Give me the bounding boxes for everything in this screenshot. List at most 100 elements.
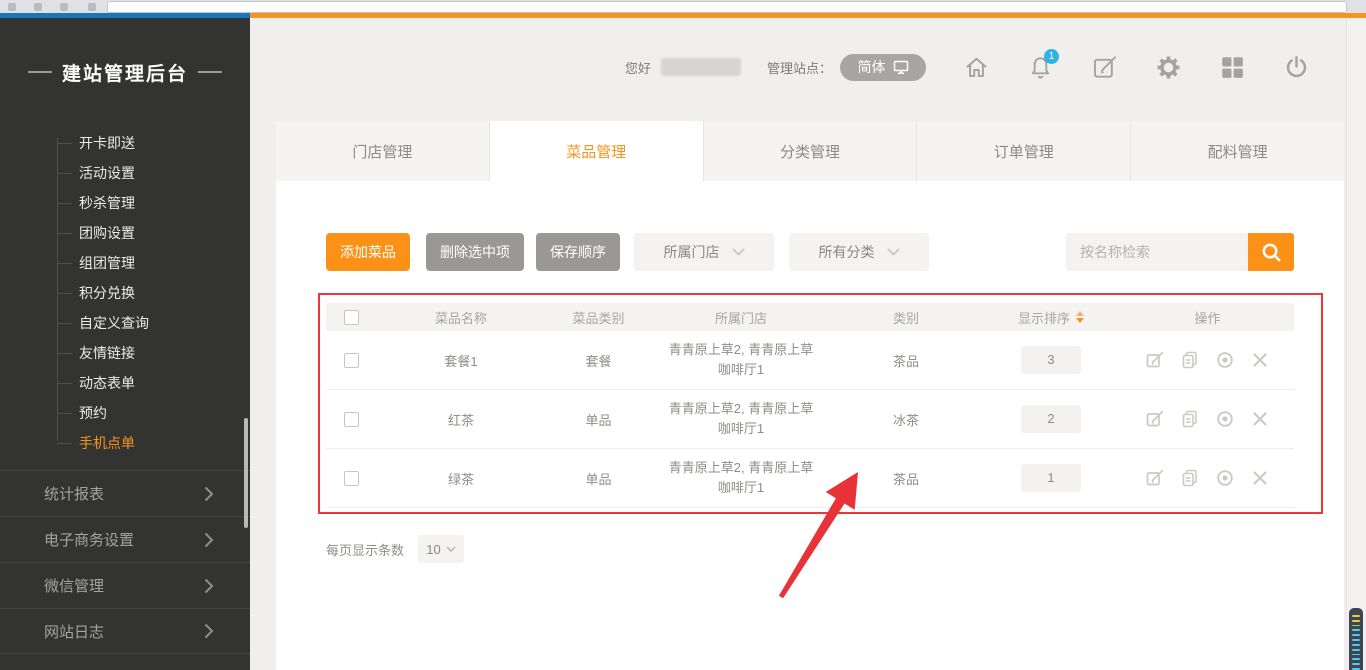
- header-store: 所属门店: [651, 308, 831, 327]
- sidebar-item-zutuanguanli[interactable]: 组团管理: [0, 248, 250, 278]
- tab-dish-management[interactable]: 菜品管理: [489, 121, 703, 181]
- url-input[interactable]: [107, 1, 1347, 13]
- add-dish-button[interactable]: 添加菜品: [326, 233, 410, 271]
- row-checkbox[interactable]: [344, 471, 359, 486]
- delete-x-icon[interactable]: [1250, 409, 1270, 429]
- pagination: 每页显示条数 10: [326, 535, 464, 563]
- sort-order-input[interactable]: 3: [1021, 346, 1081, 374]
- sort-order-input[interactable]: 1: [1021, 464, 1081, 492]
- table-row: 套餐1 套餐 青青原上草2, 青青原上草咖啡厅1 茶品 3: [326, 331, 1294, 390]
- bell-icon[interactable]: 1: [1026, 53, 1054, 81]
- greeting-label: 您好: [625, 58, 651, 77]
- search-icon: [1260, 241, 1283, 264]
- category-filter-dropdown[interactable]: 所有分类: [789, 233, 929, 271]
- row-checkbox[interactable]: [344, 412, 359, 427]
- section-label: 网站日志: [44, 621, 104, 642]
- monitor-icon: [893, 60, 909, 75]
- sidebar-item-youqinglianjie[interactable]: 友情链接: [0, 338, 250, 368]
- browser-icon[interactable]: [34, 3, 42, 11]
- sidebar: 建站管理后台 开卡即送 活动设置 秒杀管理 团购设置 组团管理 积分兑换 自定义…: [0, 18, 250, 670]
- table-row: 绿茶 单品 青青原上草2, 青青原上草咖啡厅1 茶品 1: [326, 449, 1294, 508]
- page-size-label: 每页显示条数: [326, 540, 404, 559]
- delete-x-icon[interactable]: [1250, 350, 1270, 370]
- toolbar: 添加菜品 删除选中项 保存顺序 所属门店 所有分类: [326, 233, 1294, 271]
- sidebar-item-jifenduihuan[interactable]: 积分兑换: [0, 278, 250, 308]
- home-icon[interactable]: [962, 53, 990, 81]
- header-actions: 操作: [1121, 308, 1294, 327]
- app-title: 建站管理后台: [62, 59, 188, 86]
- sidebar-item-tuangoushezhi[interactable]: 团购设置: [0, 218, 250, 248]
- edit-icon[interactable]: [1145, 409, 1165, 429]
- browser-icon[interactable]: [60, 3, 68, 11]
- browser-icon[interactable]: [88, 3, 96, 11]
- cell-category: 茶品: [831, 469, 981, 488]
- store-filter-label: 所属门店: [664, 242, 720, 262]
- tab-ingredient-management[interactable]: 配料管理: [1130, 121, 1344, 181]
- view-eye-icon[interactable]: [1215, 468, 1235, 488]
- sidebar-scrollbar-thumb[interactable]: [244, 418, 248, 528]
- chevron-right-icon: [204, 532, 214, 548]
- settings-gear-icon[interactable]: [1154, 53, 1182, 81]
- search-button[interactable]: [1248, 233, 1294, 271]
- copy-icon[interactable]: [1180, 409, 1200, 429]
- header-category: 类别: [831, 308, 981, 327]
- delete-x-icon[interactable]: [1250, 468, 1270, 488]
- tab-category-management[interactable]: 分类管理: [703, 121, 917, 181]
- cell-dish-type: 单品: [546, 469, 651, 488]
- dish-table: 菜品名称 菜品类别 所属门店 类别 显示排序 操作 套餐1 套餐: [326, 303, 1294, 508]
- sort-arrows-icon[interactable]: [1076, 311, 1084, 323]
- header-sort-label: 显示排序: [1018, 308, 1070, 327]
- view-eye-icon[interactable]: [1215, 409, 1235, 429]
- tab-order-management[interactable]: 订单管理: [916, 121, 1130, 181]
- sidebar-item-huodongshezhi[interactable]: 活动设置: [0, 158, 250, 188]
- main-card: 门店管理 菜品管理 分类管理 订单管理 配料管理 添加菜品 删除选中项 保存顺序…: [276, 121, 1344, 670]
- view-eye-icon[interactable]: [1215, 350, 1235, 370]
- delete-selected-button[interactable]: 删除选中项: [426, 233, 524, 271]
- section-label: 电子商务设置: [44, 529, 134, 550]
- sidebar-section-wangzhanrizhi[interactable]: 网站日志: [0, 608, 250, 654]
- sidebar-item-yuyue[interactable]: 预约: [0, 398, 250, 428]
- browser-icon[interactable]: [8, 3, 16, 11]
- row-checkbox[interactable]: [344, 353, 359, 368]
- copy-icon[interactable]: [1180, 468, 1200, 488]
- cell-dish-name: 红茶: [376, 410, 546, 429]
- browser-address-bar: [0, 0, 1366, 13]
- search-input[interactable]: [1066, 233, 1248, 271]
- section-label: 统计报表: [44, 483, 104, 504]
- header-sort[interactable]: 显示排序: [981, 308, 1121, 327]
- sidebar-item-shoujidiandan[interactable]: 手机点单: [0, 428, 250, 458]
- language-pill-button[interactable]: 简体: [840, 54, 926, 81]
- sidebar-item-zidingyichaxun[interactable]: 自定义查询: [0, 308, 250, 338]
- sidebar-section-dianzishangwu[interactable]: 电子商务设置: [0, 516, 250, 562]
- save-order-button[interactable]: 保存顺序: [536, 233, 620, 271]
- compose-icon[interactable]: [1090, 53, 1118, 81]
- edit-icon[interactable]: [1145, 468, 1165, 488]
- sort-order-input[interactable]: 2: [1021, 405, 1081, 433]
- sidebar-section-tongjibaobiao[interactable]: 统计报表: [0, 470, 250, 516]
- copy-icon[interactable]: [1180, 350, 1200, 370]
- sidebar-item-miaoshaguanli[interactable]: 秒杀管理: [0, 188, 250, 218]
- page-size-select[interactable]: 10: [418, 535, 464, 563]
- chevron-down-icon: [732, 248, 745, 256]
- store-filter-dropdown[interactable]: 所属门店: [634, 233, 774, 271]
- header-dish-type: 菜品类别: [546, 308, 651, 327]
- cell-stores: 青青原上草2, 青青原上草咖啡厅1: [666, 340, 816, 380]
- edit-icon[interactable]: [1145, 350, 1165, 370]
- select-all-checkbox[interactable]: [344, 310, 359, 325]
- page-scrollbar-track[interactable]: [1346, 18, 1366, 670]
- chevron-right-icon: [204, 578, 214, 594]
- cell-stores: 青青原上草2, 青青原上草咖啡厅1: [666, 399, 816, 439]
- logo-dash: [198, 71, 222, 73]
- header-dish-name: 菜品名称: [376, 308, 546, 327]
- cell-dish-name: 绿茶: [376, 469, 546, 488]
- sidebar-item-kaikajisong[interactable]: 开卡即送: [0, 128, 250, 158]
- sidebar-item-dongtaibiaodan[interactable]: 动态表单: [0, 368, 250, 398]
- page-size-value: 10: [426, 542, 440, 557]
- cell-dish-name: 套餐1: [376, 351, 546, 370]
- power-icon[interactable]: [1282, 53, 1310, 81]
- topbar: 您好 管理站点： 简体 1: [250, 40, 1310, 94]
- sidebar-section-weixinguanli[interactable]: 微信管理: [0, 562, 250, 608]
- tab-store-management[interactable]: 门店管理: [276, 121, 489, 181]
- apps-grid-icon[interactable]: [1218, 53, 1246, 81]
- page-scrollbar-thumb[interactable]: [1349, 608, 1363, 670]
